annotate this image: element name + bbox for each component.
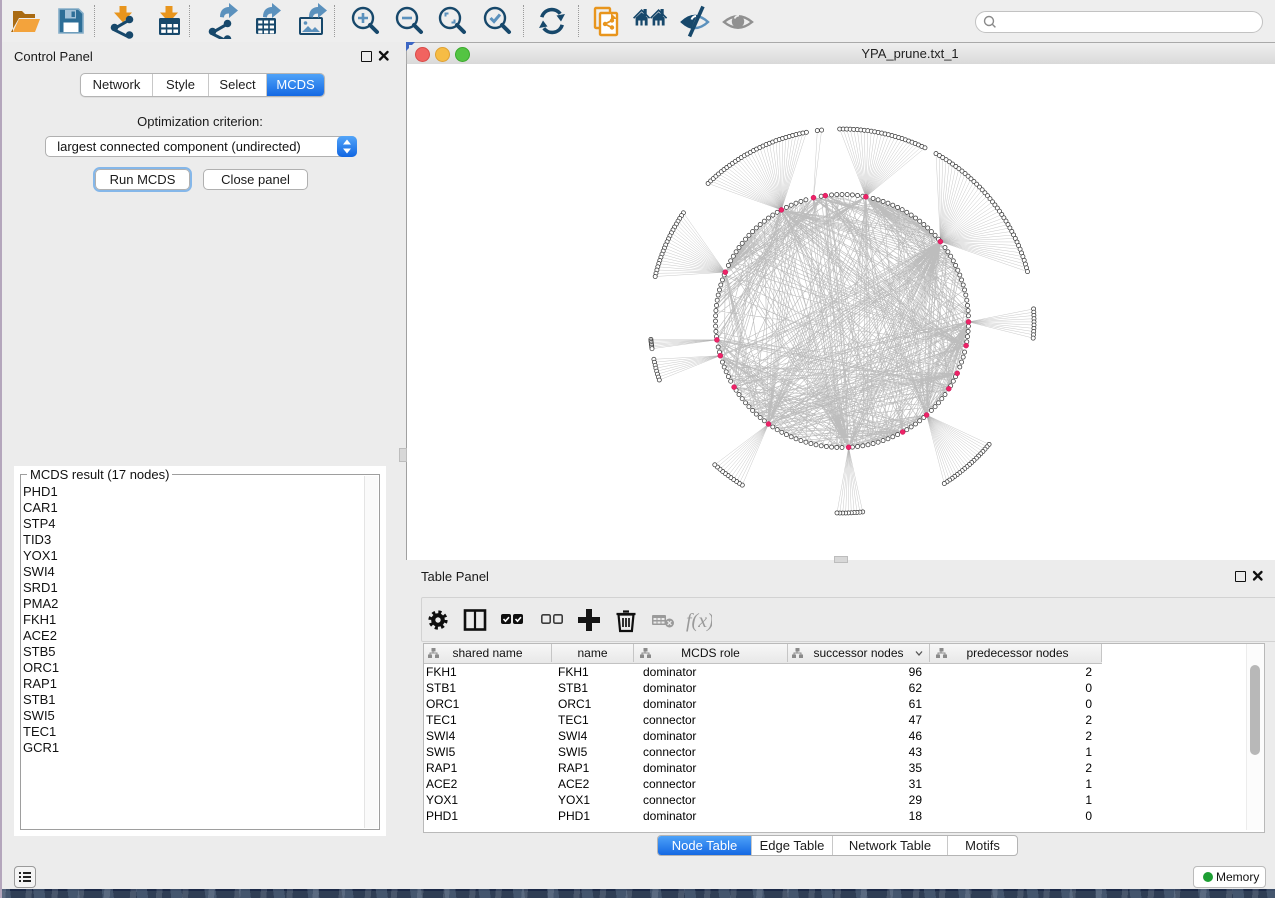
svg-text:f(x): f(x) bbox=[686, 610, 712, 632]
